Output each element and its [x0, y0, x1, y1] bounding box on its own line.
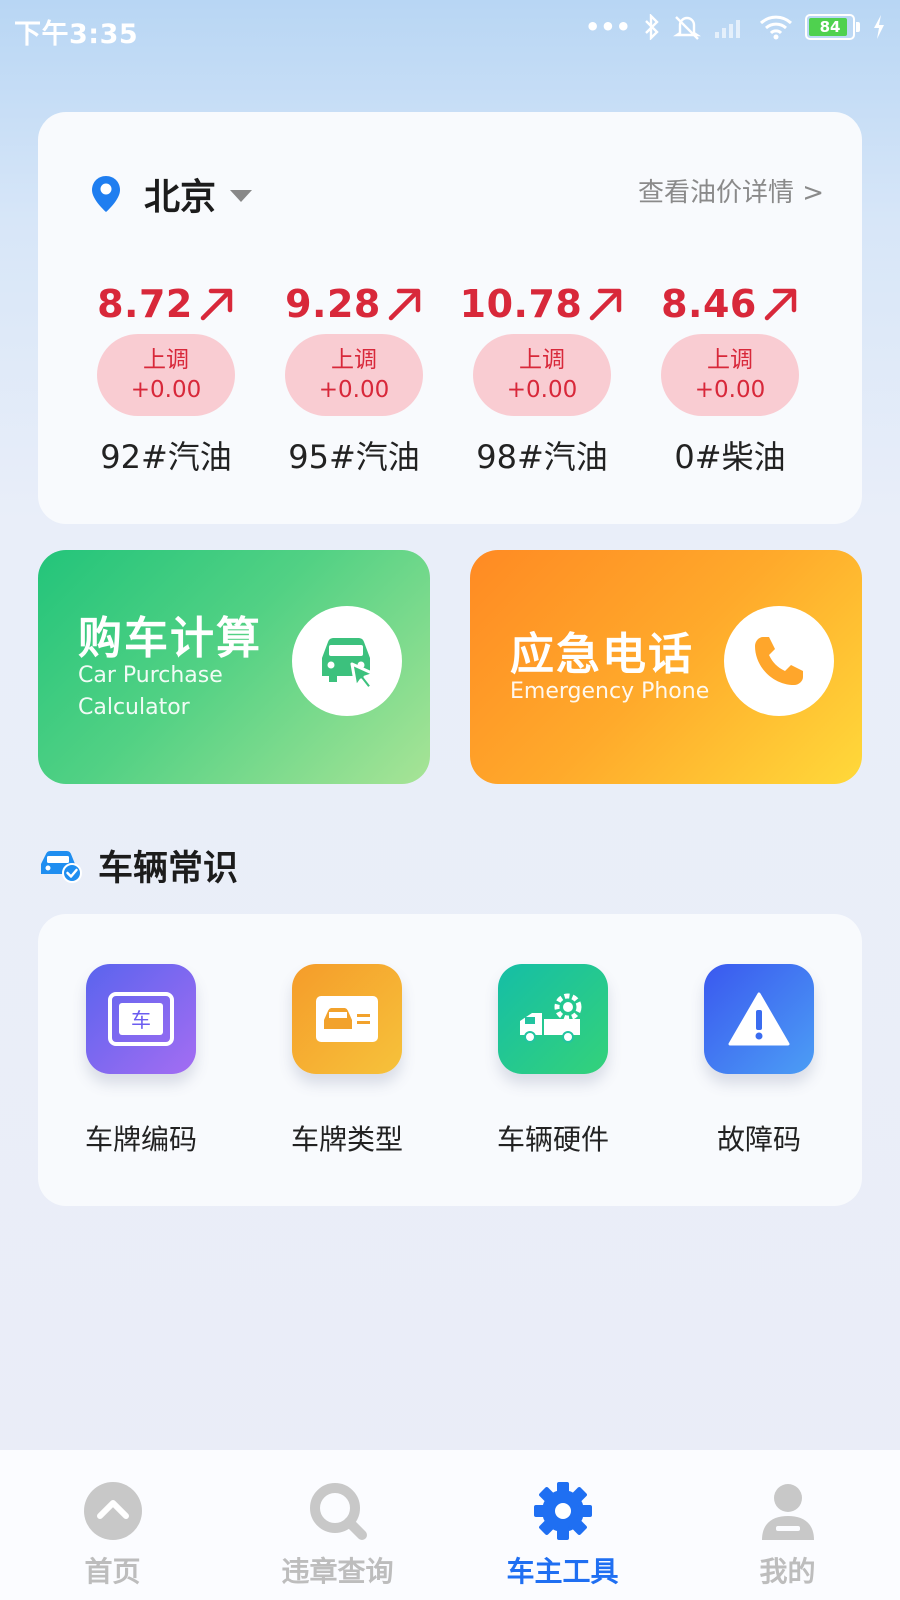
status-icons: ••• 84 — [585, 12, 886, 42]
section-title: 车辆常识 — [98, 849, 239, 889]
trend-up-icon — [590, 288, 622, 321]
fuel-price: 8.72 — [97, 282, 193, 326]
fuel-price-item: 9.28 上调 +0.00 95#汽油 — [260, 280, 448, 478]
fuel-price-item: 8.46 上调 +0.00 0#柴油 — [636, 280, 824, 478]
fuel-price-list: 8.72 上调 +0.00 92#汽油 9.28 上调 +0.00 95#汽油 … — [38, 280, 862, 500]
status-time: 下午3:35 — [14, 19, 139, 50]
trend-up-icon — [200, 288, 233, 321]
trend-label: 上调 — [143, 347, 189, 373]
price-change-badge: 上调 +0.00 — [97, 334, 235, 416]
signal-icon — [715, 20, 740, 38]
purchase-subtitle-2: Calculator — [78, 695, 190, 720]
tool-label: 车牌类型 — [290, 1123, 403, 1156]
fuel-detail-link[interactable]: 查看油价详情 > — [638, 172, 824, 209]
tool-plate-type[interactable]: 车牌类型 — [244, 964, 450, 1158]
change-value: +0.00 — [694, 377, 766, 403]
purchase-subtitle: Car Purchase — [78, 663, 223, 688]
battery-level: 84 — [819, 18, 841, 36]
chevron-down-icon — [230, 190, 253, 202]
home-icon — [83, 1482, 142, 1540]
location-pin-icon — [92, 176, 120, 212]
change-value: +0.00 — [130, 377, 202, 403]
nav-mine[interactable]: 我的 — [675, 1480, 900, 1590]
truck-gear-icon — [498, 964, 608, 1074]
trend-label: 上调 — [707, 347, 753, 373]
fuel-price-item: 10.78 上调 +0.00 98#汽油 — [448, 280, 636, 478]
nav-label: 违章查询 — [281, 1555, 394, 1588]
charging-icon — [874, 15, 884, 39]
fuel-name: 92#汽油 — [100, 438, 232, 476]
wifi-icon — [759, 15, 793, 40]
warning-icon — [704, 964, 814, 1074]
more-dots-icon: ••• — [584, 13, 631, 41]
emergency-subtitle: Emergency Phone — [510, 679, 710, 704]
trend-label: 上调 — [331, 347, 377, 373]
nav-label: 车主工具 — [506, 1555, 619, 1588]
vehicle-knowledge-heading: 车辆常识 — [38, 840, 238, 891]
city-selector[interactable]: 北京 — [90, 168, 253, 220]
price-change-badge: 上调 +0.00 — [661, 334, 799, 416]
plate-card-icon — [292, 964, 402, 1074]
car-purchase-calculator-button[interactable]: 购车计算 Car Purchase Calculator — [38, 550, 430, 784]
battery-icon: 84 — [805, 14, 855, 40]
fuel-name: 95#汽油 — [288, 438, 420, 476]
mute-bell-icon — [673, 16, 701, 40]
gear-icon — [533, 1482, 592, 1540]
fuel-name: 98#汽油 — [476, 438, 608, 476]
status-bar: 下午3:35 ••• 84 — [0, 0, 900, 56]
fuel-name: 0#柴油 — [674, 438, 786, 476]
emergency-title: 应急电话 — [510, 629, 694, 680]
fuel-price: 9.28 — [285, 282, 381, 326]
purchase-title: 购车计算 — [78, 613, 262, 664]
fuel-price-card: 北京 查看油价详情 > 8.72 上调 +0.00 92#汽油 9.28 上调 … — [38, 112, 862, 524]
nav-label: 首页 — [84, 1555, 141, 1588]
city-name: 北京 — [144, 177, 217, 218]
trend-up-icon — [764, 288, 797, 321]
tool-vehicle-hardware[interactable]: 车辆硬件 — [450, 964, 656, 1158]
fuel-price-item: 8.72 上调 +0.00 92#汽油 — [72, 280, 260, 478]
user-icon — [761, 1484, 814, 1540]
tool-label: 车牌编码 — [84, 1123, 197, 1156]
change-value: +0.00 — [506, 377, 578, 403]
svg-text:车: 车 — [131, 1008, 151, 1032]
nav-owner-tools[interactable]: 车主工具 — [450, 1480, 675, 1590]
car-check-icon — [41, 850, 82, 883]
tool-plate-code[interactable]: 车 车牌编码 — [38, 964, 244, 1158]
tool-label: 车辆硬件 — [496, 1123, 609, 1156]
price-change-badge: 上调 +0.00 — [473, 334, 611, 416]
fuel-price: 8.46 — [661, 282, 757, 326]
vehicle-tools-card: 车 车牌编码 车牌类型 车辆硬件 故障码 — [38, 914, 862, 1206]
price-change-badge: 上调 +0.00 — [285, 334, 423, 416]
bluetooth-icon — [645, 14, 659, 40]
phone-icon — [724, 606, 834, 716]
nav-home[interactable]: 首页 — [0, 1480, 225, 1590]
emergency-phone-button[interactable]: 应急电话 Emergency Phone — [470, 550, 862, 784]
nav-label: 我的 — [759, 1555, 816, 1588]
search-icon — [309, 1483, 367, 1540]
fuel-price: 10.78 — [459, 282, 583, 326]
change-value: +0.00 — [318, 377, 390, 403]
nav-violation-query[interactable]: 违章查询 — [225, 1480, 450, 1590]
trend-label: 上调 — [519, 347, 565, 373]
plate-icon: 车 — [86, 964, 196, 1074]
trend-up-icon — [388, 288, 421, 321]
car-cursor-icon — [292, 606, 402, 716]
tool-label: 故障码 — [716, 1123, 801, 1156]
tool-fault-code[interactable]: 故障码 — [656, 964, 862, 1158]
bottom-nav: 首页 违章查询 车主工具 我的 — [0, 1450, 900, 1600]
